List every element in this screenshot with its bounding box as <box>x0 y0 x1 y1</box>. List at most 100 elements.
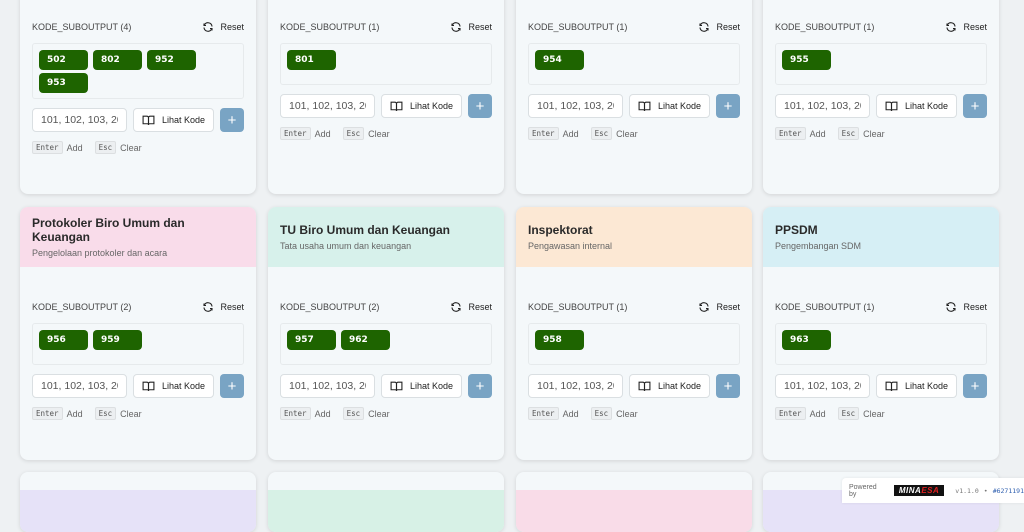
keyboard-hint: Enter Add Esc Clear <box>32 407 244 420</box>
unit-card: Protokoler Biro Umum dan Keuangan Pengel… <box>20 207 256 460</box>
add-button[interactable]: + <box>963 374 987 398</box>
add-hint: Add <box>66 408 83 419</box>
reset-button[interactable]: Reset <box>450 301 492 313</box>
lihat-kode-button[interactable]: Lihat Kode <box>876 94 957 118</box>
code-input[interactable] <box>32 108 127 132</box>
enter-key: Enter <box>32 407 63 420</box>
kode-suboutput-label: KODE_SUBOUTPUT (1) <box>775 22 875 32</box>
logo-main: MINA <box>898 486 922 495</box>
code-tag[interactable]: 502 <box>39 50 88 70</box>
code-tags-box: 954 <box>528 43 740 85</box>
code-input[interactable] <box>32 374 127 398</box>
kode-suboutput-label: KODE_SUBOUTPUT (2) <box>32 302 132 312</box>
clear-hint: Clear <box>368 128 390 139</box>
book-icon <box>390 381 403 391</box>
add-button[interactable]: + <box>963 94 987 118</box>
reset-button[interactable]: Reset <box>698 21 740 33</box>
lihat-kode-button[interactable]: Lihat Kode <box>381 374 462 398</box>
card-header <box>20 490 256 532</box>
unit-card: KODE_SUBOUTPUT (4) Reset 502 802 952 953… <box>20 0 256 194</box>
code-tag[interactable]: 957 <box>287 330 336 350</box>
lihat-kode-button[interactable]: Lihat Kode <box>629 374 710 398</box>
code-tag[interactable]: 959 <box>93 330 142 350</box>
kode-section: KODE_SUBOUTPUT (1) Reset 963 Lihat Kode … <box>775 298 987 420</box>
book-icon <box>142 115 155 125</box>
code-tag[interactable]: 958 <box>535 330 584 350</box>
code-tag[interactable]: 955 <box>782 50 831 70</box>
unit-card <box>268 472 504 532</box>
enter-key: Enter <box>775 127 806 140</box>
code-tags-box: 957 962 <box>280 323 492 365</box>
reset-button[interactable]: Reset <box>698 301 740 313</box>
clear-hint: Clear <box>120 142 142 153</box>
code-tag[interactable]: 954 <box>535 50 584 70</box>
book-icon <box>390 101 403 111</box>
code-tag[interactable]: 952 <box>147 50 196 70</box>
lihat-kode-button[interactable]: Lihat Kode <box>629 94 710 118</box>
code-input[interactable] <box>528 374 623 398</box>
powered-by-label: Powered by <box>849 483 877 498</box>
book-icon <box>638 381 651 391</box>
add-button[interactable]: + <box>220 108 244 132</box>
add-hint: Add <box>562 408 579 419</box>
unit-card: TU Biro Umum dan Keuangan Tata usaha umu… <box>268 207 504 460</box>
kode-section: KODE_SUBOUTPUT (1) Reset 958 Lihat Kode … <box>528 298 740 420</box>
code-tags-box: 956 959 <box>32 323 244 365</box>
reset-button[interactable]: Reset <box>450 21 492 33</box>
kode-section: KODE_SUBOUTPUT (4) Reset 502 802 952 953… <box>32 18 244 154</box>
code-tag[interactable]: 953 <box>39 73 88 93</box>
build-link[interactable]: #6271191 <box>993 487 1024 495</box>
logo-accent: ESA <box>921 486 940 495</box>
card-header <box>516 490 752 532</box>
add-hint: Add <box>809 408 826 419</box>
code-tag[interactable]: 962 <box>341 330 390 350</box>
lihat-kode-button[interactable]: Lihat Kode <box>381 94 462 118</box>
lihat-kode-button[interactable]: Lihat Kode <box>876 374 957 398</box>
unit-card: PPSDM Pengembangan SDM KODE_SUBOUTPUT (1… <box>763 207 999 460</box>
unit-subtitle: Pengembangan SDM <box>775 241 862 251</box>
code-input[interactable] <box>775 374 870 398</box>
code-input[interactable] <box>775 94 870 118</box>
keyboard-hint: Enter Add Esc Clear <box>528 407 740 420</box>
card-header: TU Biro Umum dan Keuangan Tata usaha umu… <box>268 207 504 267</box>
card-header <box>268 490 504 532</box>
lihat-kode-button[interactable]: Lihat Kode <box>133 374 214 398</box>
reset-button[interactable]: Reset <box>202 21 244 33</box>
unit-card: KODE_SUBOUTPUT (1) Reset 954 Lihat Kode … <box>516 0 752 194</box>
refresh-icon <box>451 302 462 312</box>
lihat-kode-button[interactable]: Lihat Kode <box>133 108 214 132</box>
code-input[interactable] <box>280 374 375 398</box>
keyboard-hint: Enter Add Esc Clear <box>775 127 987 140</box>
reset-button[interactable]: Reset <box>202 301 244 313</box>
reset-button[interactable]: Reset <box>945 301 987 313</box>
code-input[interactable] <box>528 94 623 118</box>
add-hint: Add <box>314 128 331 139</box>
esc-key: Esc <box>590 127 613 140</box>
separator-dot: • <box>983 486 988 495</box>
unit-card: Inspektorat Pengawasan internal KODE_SUB… <box>516 207 752 460</box>
unit-subtitle: Pengelolaan protokoler dan acara <box>32 248 168 258</box>
code-tag[interactable]: 801 <box>287 50 336 70</box>
code-tag[interactable]: 956 <box>39 330 88 350</box>
code-tag[interactable]: 802 <box>93 50 142 70</box>
enter-key: Enter <box>528 407 559 420</box>
brand-logo: MINAESA <box>893 485 945 496</box>
add-button[interactable]: + <box>468 374 492 398</box>
code-tag[interactable]: 963 <box>782 330 831 350</box>
esc-key: Esc <box>94 141 117 154</box>
add-button[interactable]: + <box>716 94 740 118</box>
enter-key: Enter <box>775 407 806 420</box>
clear-hint: Clear <box>616 408 638 419</box>
add-button[interactable]: + <box>220 374 244 398</box>
reset-button[interactable]: Reset <box>945 21 987 33</box>
kode-suboutput-label: KODE_SUBOUTPUT (1) <box>528 302 628 312</box>
keyboard-hint: Enter Add Esc Clear <box>280 407 492 420</box>
kode-section: KODE_SUBOUTPUT (1) Reset 801 Lihat Kode … <box>280 18 492 140</box>
esc-key: Esc <box>590 407 613 420</box>
add-button[interactable]: + <box>468 94 492 118</box>
add-button[interactable]: + <box>716 374 740 398</box>
esc-key: Esc <box>837 127 860 140</box>
code-input[interactable] <box>280 94 375 118</box>
unit-card <box>20 472 256 532</box>
clear-hint: Clear <box>863 408 885 419</box>
